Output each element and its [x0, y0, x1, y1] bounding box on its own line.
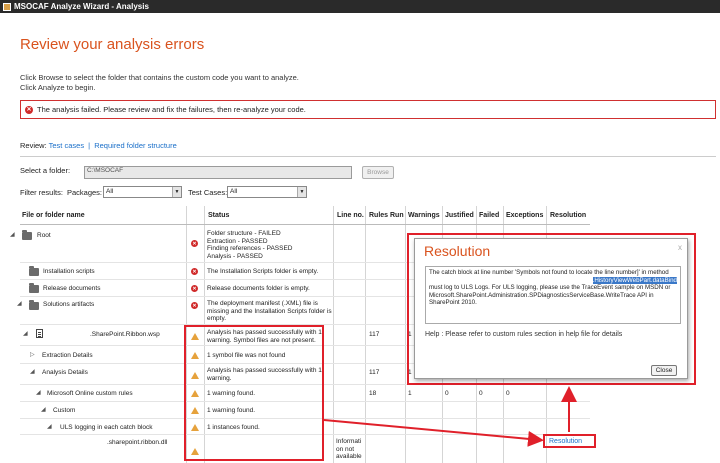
- divider: [20, 156, 716, 157]
- row-line-no-dll: Informati on not available: [336, 438, 362, 460]
- row-name-custom[interactable]: Custom: [53, 407, 75, 415]
- col-header-name[interactable]: File or folder name: [22, 212, 85, 219]
- collapse-triangle-icon[interactable]: ◢: [41, 406, 46, 413]
- row-exceptions-ms-online: 0: [506, 390, 510, 397]
- folder-icon: [22, 230, 32, 240]
- col-header-status[interactable]: Status: [208, 212, 229, 219]
- row-rules-run-ms-online: 18: [369, 390, 377, 397]
- app-icon: [3, 2, 11, 11]
- collapse-triangle-icon[interactable]: ◢: [17, 300, 22, 307]
- resolution-text-line: must log to ULS Logs. For ULS logging, p…: [429, 284, 671, 291]
- row-warnings-ms-online: 1: [408, 390, 412, 397]
- test-cases-select[interactable]: All ▼: [227, 186, 307, 198]
- row-name-extraction-details[interactable]: Extraction Details: [42, 352, 93, 360]
- folder-icon: [29, 283, 39, 293]
- error-icon: ✕: [191, 240, 198, 247]
- row-failed-ms-online: 0: [479, 390, 483, 397]
- package-file-icon: [36, 329, 43, 338]
- column-divider: [333, 206, 334, 463]
- resolution-text-line: The catch block at line number 'Symbols …: [429, 269, 669, 276]
- error-icon: ✕: [191, 302, 198, 309]
- error-icon: ✕: [191, 285, 198, 292]
- folder-icon: [29, 300, 39, 310]
- col-header-justified[interactable]: Justified: [445, 212, 474, 219]
- close-button[interactable]: Close: [651, 365, 677, 376]
- error-banner: ✕ The analysis failed. Please review and…: [20, 100, 716, 119]
- row-rules-run-analysis-details: 117: [369, 369, 380, 376]
- row-status-solutions-artifacts: The deployment manifest (.XML) file is mi…: [207, 300, 332, 322]
- col-header-warnings[interactable]: Warnings: [408, 212, 440, 219]
- row-justified-ms-online: 0: [445, 390, 449, 397]
- row-rules-run-wsp: 117: [369, 331, 380, 338]
- row-name-ms-online-custom-rules[interactable]: Microsoft Online custom rules: [47, 390, 133, 398]
- row-name-uls-logging[interactable]: ULS logging in each catch block: [60, 424, 153, 432]
- folder-icon: [29, 266, 39, 276]
- row-status-release-documents: Release documents folder is empty.: [207, 285, 310, 292]
- row-name-solutions-artifacts[interactable]: Solutions artifacts: [43, 301, 94, 309]
- window-title: MSOCAF Analyze Wizard - Analysis: [14, 2, 149, 11]
- required-folder-structure-link[interactable]: Required folder structure: [94, 141, 177, 150]
- error-icon: ✕: [191, 268, 198, 275]
- row-status-root: Folder structure - FAILED Extraction - PA…: [207, 230, 293, 260]
- arrow-to-resolution: [323, 419, 544, 447]
- highlight-box-resolution: [543, 434, 596, 448]
- column-divider: [405, 206, 406, 463]
- packages-select-value: All: [106, 188, 114, 195]
- col-header-resolution[interactable]: Resolution: [550, 212, 586, 219]
- col-header-rules-run[interactable]: Rules Run: [369, 212, 404, 219]
- packages-select[interactable]: All ▼: [103, 186, 182, 198]
- header-divider: [20, 224, 590, 225]
- error-message: The analysis failed. Please review and f…: [37, 105, 306, 114]
- collapse-triangle-icon[interactable]: ◢: [30, 368, 35, 375]
- row-name-analysis-details[interactable]: Analysis Details: [42, 369, 88, 377]
- column-divider: [365, 206, 366, 463]
- row-name-wsp[interactable]: .SharePoint.Ribbon.wsp: [90, 331, 160, 339]
- highlight-box-status: [184, 325, 324, 461]
- row-status-installation-scripts: The Installation Scripts folder is empty…: [207, 268, 319, 275]
- dialog-title: Resolution: [424, 243, 491, 259]
- test-cases-link[interactable]: Test cases: [49, 141, 84, 150]
- page-title: Review your analysis errors: [20, 36, 205, 53]
- collapse-triangle-icon[interactable]: ◢: [36, 389, 41, 396]
- col-header-line-no[interactable]: Line no.: [337, 212, 364, 219]
- col-header-exceptions[interactable]: Exceptions: [506, 212, 543, 219]
- test-cases-select-value: All: [230, 188, 238, 195]
- col-header-failed[interactable]: Failed: [479, 212, 499, 219]
- filter-results-label: Filter results:: [20, 188, 63, 197]
- chevron-down-icon: ▼: [172, 187, 181, 197]
- test-cases-label: Test Cases:: [188, 188, 228, 197]
- review-label: Review:: [20, 141, 47, 150]
- collapse-triangle-icon[interactable]: ◢: [23, 330, 28, 337]
- collapse-triangle-icon[interactable]: ◢: [10, 231, 15, 238]
- close-icon[interactable]: x: [678, 243, 682, 252]
- resolution-text[interactable]: The catch block at line number 'Symbols …: [425, 266, 681, 324]
- instructions: Click Browse to select the folder that c…: [20, 73, 299, 93]
- packages-label: Packages:: [67, 188, 103, 197]
- select-folder-label: Select a folder:: [20, 166, 71, 175]
- expand-triangle-icon[interactable]: ▷: [30, 351, 35, 358]
- instruction-line-1: Click Browse to select the folder that c…: [20, 73, 299, 82]
- row-name-dll[interactable]: .sharepoint.ribbon.dll: [107, 439, 167, 447]
- row-name-release-documents[interactable]: Release documents: [43, 285, 100, 293]
- resolution-text-line: Microsoft.SharePoint.Administration.SPDi…: [429, 291, 654, 299]
- chevron-down-icon: ▼: [297, 187, 306, 197]
- window-titlebar: MSOCAF Analyze Wizard - Analysis: [0, 0, 720, 13]
- link-separator: |: [88, 141, 91, 150]
- error-icon: ✕: [25, 105, 33, 114]
- resolution-text-line: SharePoint 2010.: [429, 299, 477, 306]
- review-links: Review: Test cases | Required folder str…: [20, 141, 177, 150]
- folder-path-input[interactable]: C:\MSOCAF: [84, 166, 352, 179]
- row-name-root[interactable]: Root: [37, 232, 51, 240]
- row-name-installation-scripts[interactable]: Installation scripts: [43, 268, 95, 276]
- collapse-triangle-icon[interactable]: ◢: [47, 423, 52, 430]
- browse-button[interactable]: Browse: [362, 166, 394, 179]
- highlighted-method: .HistoryViewWebPart.dataBind: [592, 276, 677, 284]
- instruction-line-2: Click Analyze to begin.: [20, 83, 96, 92]
- resolution-dialog: Resolution x The catch block at line num…: [414, 238, 688, 379]
- dialog-help-text: Help : Please refer to custom rules sect…: [425, 331, 623, 338]
